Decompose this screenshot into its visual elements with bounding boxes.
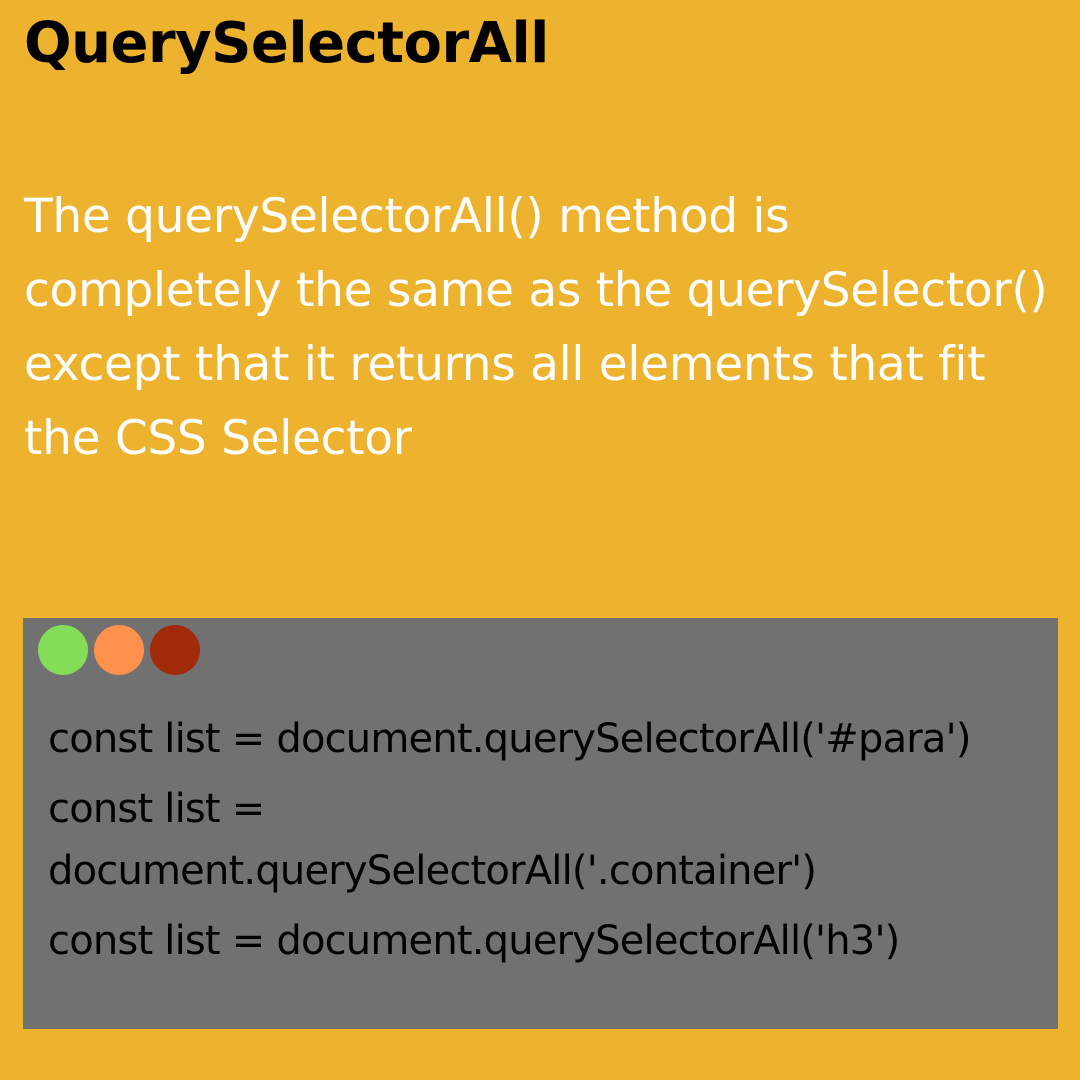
code-line: const list = document.querySelectorAll('…: [48, 918, 900, 964]
window-controls: [38, 625, 200, 675]
code-line: const list = document.querySelectorAll('…: [48, 716, 971, 762]
orange-dot-icon: [94, 625, 144, 675]
code-block: const list = document.querySelectorAll('…: [48, 708, 1038, 980]
red-dot-icon: [150, 625, 200, 675]
green-dot-icon: [38, 625, 88, 675]
code-line: const list = document.querySelectorAll('…: [48, 786, 817, 894]
code-window: const list = document.querySelectorAll('…: [23, 618, 1058, 1029]
page-title: QuerySelectorAll: [24, 11, 549, 76]
description-text: The querySelectorAll() method is complet…: [24, 189, 1048, 466]
